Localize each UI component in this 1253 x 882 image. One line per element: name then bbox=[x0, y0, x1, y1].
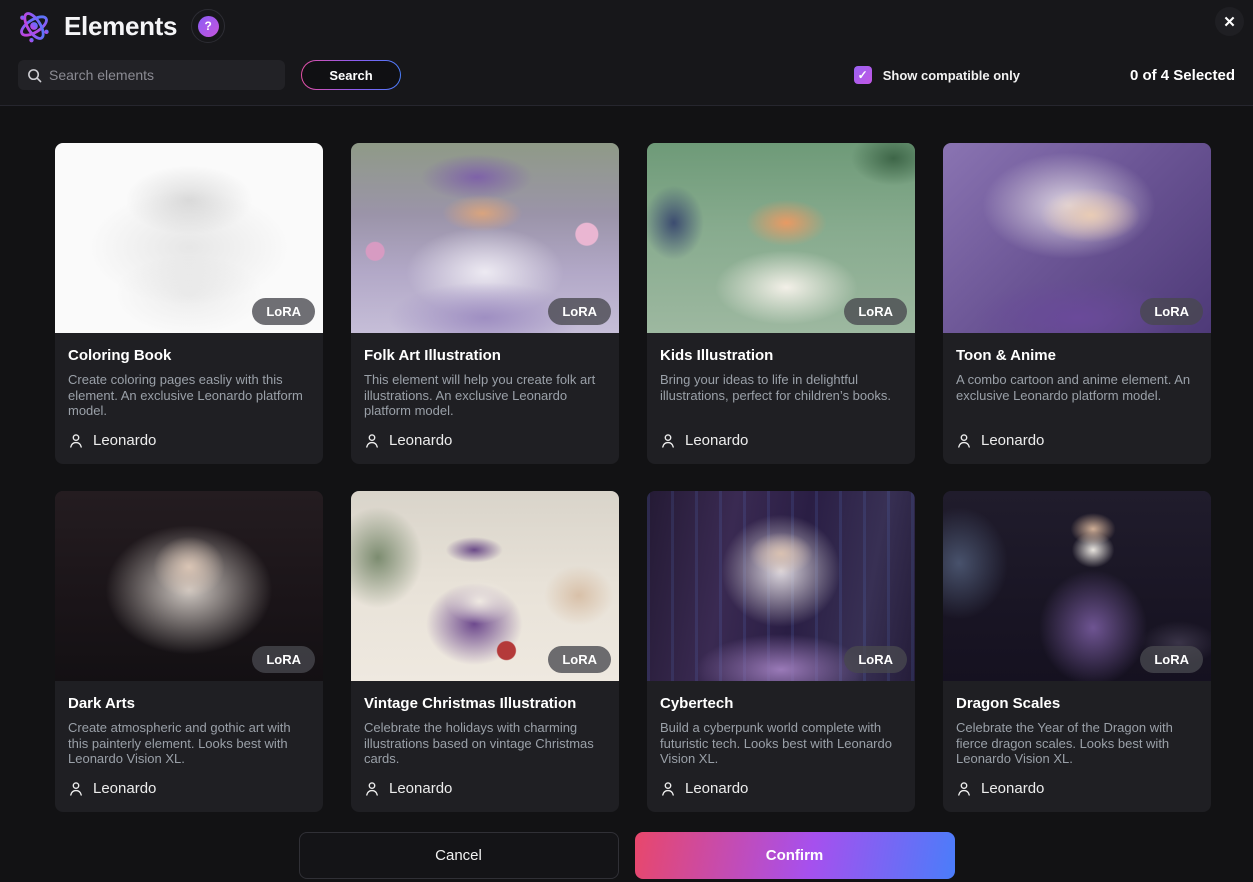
card-title: Kids Illustration bbox=[660, 347, 774, 364]
element-card-cybertech[interactable]: LoRA Cybertech Build a cyberpunk world c… bbox=[647, 491, 915, 812]
close-icon[interactable]: ✕ bbox=[1215, 7, 1244, 36]
user-icon bbox=[958, 433, 970, 448]
selected-count: 0 of 4 Selected bbox=[1129, 66, 1235, 84]
card-author: Leonardo bbox=[68, 432, 310, 449]
card-title: Vintage Christmas Illustration bbox=[364, 695, 577, 712]
card-author: Leonardo bbox=[364, 432, 606, 449]
search-icon bbox=[28, 68, 42, 82]
card-author: Leonardo bbox=[660, 432, 902, 449]
card-image: LoRA bbox=[351, 491, 619, 681]
element-card-dark-arts[interactable]: LoRA Dark Arts Create atmospheric and go… bbox=[55, 491, 323, 812]
card-title: Toon & Anime bbox=[956, 347, 1056, 364]
card-image: LoRA bbox=[943, 491, 1211, 681]
leonardo-atom-logo bbox=[20, 12, 49, 43]
element-card-kids-illustration[interactable]: LoRA Kids Illustration Bring your ideas … bbox=[647, 143, 915, 464]
user-icon bbox=[366, 433, 378, 448]
author-name: Leonardo bbox=[389, 432, 453, 449]
card-author: Leonardo bbox=[364, 780, 606, 797]
card-body: Toon & Anime A combo cartoon and anime e… bbox=[943, 333, 1211, 464]
user-icon bbox=[662, 781, 674, 796]
element-card-folk-art-illustration[interactable]: LoRA Folk Art Illustration This element … bbox=[351, 143, 619, 464]
card-author: Leonardo bbox=[660, 780, 902, 797]
elements-grid: LoRA Coloring Book Create coloring pages… bbox=[55, 143, 1253, 812]
card-description: Create coloring pages easliy with this e… bbox=[68, 372, 303, 419]
card-author: Leonardo bbox=[68, 780, 310, 797]
card-description: Celebrate the holidays with charming ill… bbox=[364, 720, 594, 767]
lora-badge: LoRA bbox=[844, 646, 907, 673]
card-body: Coloring Book Create coloring pages easl… bbox=[55, 333, 323, 464]
author-name: Leonardo bbox=[389, 780, 453, 797]
card-body: Dark Arts Create atmospheric and gothic … bbox=[55, 681, 323, 812]
lora-badge: LoRA bbox=[1140, 646, 1203, 673]
compatible-label: Show compatible only bbox=[882, 67, 1020, 83]
card-body: Dragon Scales Celebrate the Year of the … bbox=[943, 681, 1211, 812]
lora-badge: LoRA bbox=[252, 646, 315, 673]
help-button[interactable]: ? bbox=[191, 9, 226, 43]
confirm-button[interactable]: Confirm bbox=[634, 832, 955, 879]
header: Elements ? ✕ Search ✓ Show compat bbox=[0, 0, 1253, 106]
card-image: LoRA bbox=[647, 143, 915, 333]
element-card-toon-anime[interactable]: LoRA Toon & Anime A combo cartoon and an… bbox=[943, 143, 1211, 464]
card-author: Leonardo bbox=[956, 780, 1198, 797]
author-name: Leonardo bbox=[981, 432, 1045, 449]
search-box[interactable] bbox=[18, 60, 285, 90]
controls-row: Search ✓ Show compatible only 0 of 4 Sel… bbox=[0, 60, 1253, 90]
lora-badge: LoRA bbox=[548, 298, 611, 325]
author-name: Leonardo bbox=[981, 780, 1045, 797]
user-icon bbox=[70, 433, 82, 448]
elements-dialog: Elements ? ✕ Search ✓ Show compat bbox=[0, 0, 1253, 882]
card-title: Dragon Scales bbox=[956, 695, 1061, 712]
card-image: LoRA bbox=[351, 143, 619, 333]
card-image: LoRA bbox=[55, 143, 323, 333]
lora-badge: LoRA bbox=[844, 298, 907, 325]
user-icon bbox=[366, 781, 378, 796]
card-author: Leonardo bbox=[956, 432, 1198, 449]
author-name: Leonardo bbox=[685, 780, 749, 797]
card-title: Coloring Book bbox=[68, 347, 172, 364]
check-icon: ✓ bbox=[857, 68, 868, 82]
element-card-dragon-scales[interactable]: LoRA Dragon Scales Celebrate the Year of… bbox=[943, 491, 1211, 812]
help-icon: ? bbox=[197, 15, 219, 37]
card-description: A combo cartoon and anime element. An ex… bbox=[956, 372, 1191, 403]
card-description: Bring your ideas to life in delightful i… bbox=[660, 372, 891, 403]
user-icon bbox=[958, 781, 970, 796]
title-row: Elements ? ✕ bbox=[0, 2, 1253, 50]
show-compatible-toggle[interactable]: ✓ Show compatible only bbox=[853, 66, 1020, 84]
card-image: LoRA bbox=[55, 491, 323, 681]
card-body: Kids Illustration Bring your ideas to li… bbox=[647, 333, 915, 464]
lora-badge: LoRA bbox=[1140, 298, 1203, 325]
card-description: Celebrate the Year of the Dragon with fi… bbox=[956, 720, 1173, 767]
card-title: Dark Arts bbox=[68, 695, 135, 712]
author-name: Leonardo bbox=[93, 780, 157, 797]
user-icon bbox=[70, 781, 82, 796]
card-title: Folk Art Illustration bbox=[364, 347, 501, 364]
card-body: Vintage Christmas Illustration Celebrate… bbox=[351, 681, 619, 812]
element-card-vintage-christmas-illustration[interactable]: LoRA Vintage Christmas Illustration Cele… bbox=[351, 491, 619, 812]
card-image: LoRA bbox=[647, 491, 915, 681]
card-description: Create atmospheric and gothic art with t… bbox=[68, 720, 291, 767]
dialog-footer: Cancel Confirm bbox=[0, 832, 1253, 879]
page-title: Elements bbox=[64, 10, 178, 41]
element-card-coloring-book[interactable]: LoRA Coloring Book Create coloring pages… bbox=[55, 143, 323, 464]
lora-badge: LoRA bbox=[252, 298, 315, 325]
search-button-border: Search bbox=[301, 60, 401, 90]
compatible-checkbox[interactable]: ✓ bbox=[853, 66, 872, 84]
user-icon bbox=[662, 433, 674, 448]
card-image: LoRA bbox=[943, 143, 1211, 333]
author-name: Leonardo bbox=[685, 432, 749, 449]
search-button[interactable]: Search bbox=[302, 61, 400, 89]
card-description: This element will help you create folk a… bbox=[364, 372, 596, 419]
cancel-button[interactable]: Cancel bbox=[298, 832, 619, 879]
lora-badge: LoRA bbox=[548, 646, 611, 673]
search-input[interactable] bbox=[49, 67, 276, 83]
card-title: Cybertech bbox=[660, 695, 734, 712]
card-body: Folk Art Illustration This element will … bbox=[351, 333, 619, 464]
card-description: Build a cyberpunk world complete with fu… bbox=[660, 720, 892, 767]
card-body: Cybertech Build a cyberpunk world comple… bbox=[647, 681, 915, 812]
author-name: Leonardo bbox=[93, 432, 157, 449]
